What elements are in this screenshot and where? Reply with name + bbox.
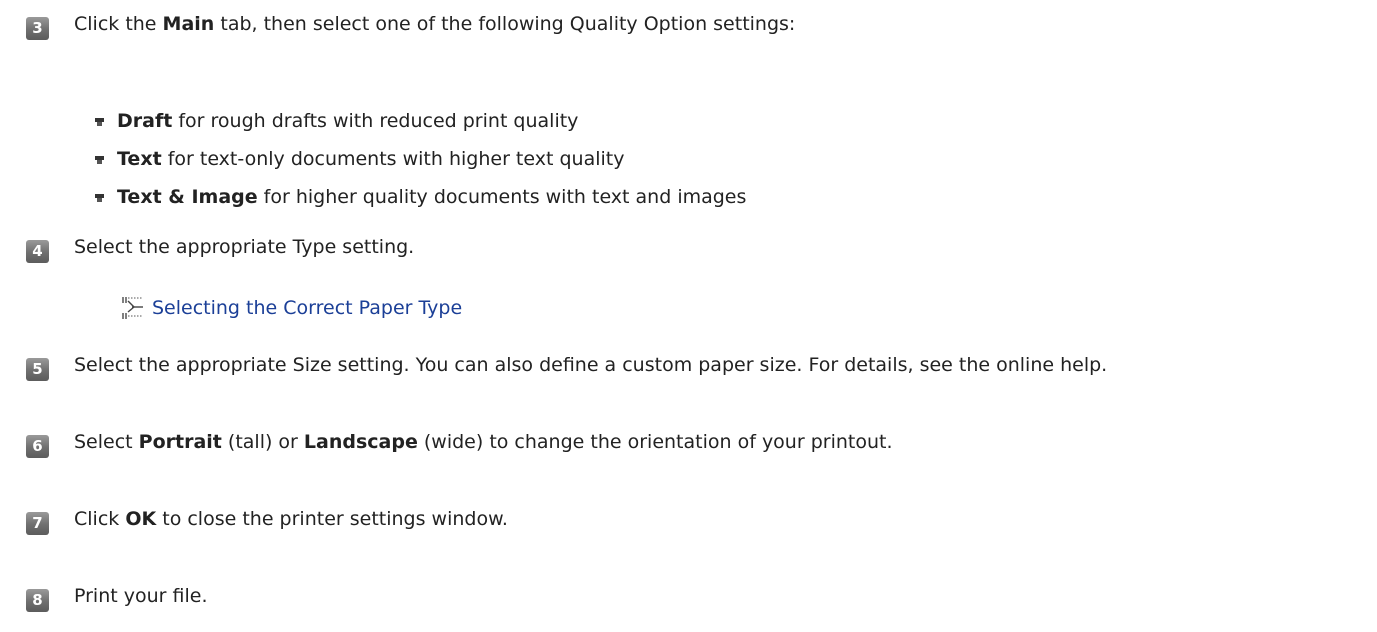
step-instruction: Select the appropriate Type setting. <box>74 231 1364 264</box>
instruction-text: tab, then select one of the following Qu… <box>214 13 796 35</box>
instruction-text: Click <box>74 508 126 530</box>
instruction-text: Print your file. <box>74 585 208 607</box>
instruction-text: Select the appropriate Size setting. You… <box>74 354 1108 376</box>
option-description: for higher quality documents with text a… <box>257 186 747 208</box>
option-label: Text <box>117 148 162 170</box>
list-item: Text for text-only documents with higher… <box>94 140 746 178</box>
list-item: Text & Image for higher quality document… <box>94 178 746 216</box>
instruction-text: Select <box>74 431 139 453</box>
instruction-emphasis: OK <box>125 508 157 530</box>
step-instruction: Click the Main tab, then select one of t… <box>74 8 874 41</box>
step-number-badge: 6 <box>26 435 49 458</box>
instruction-text: Click the <box>74 13 163 35</box>
option-description: for rough drafts with reduced print qual… <box>172 110 579 132</box>
step-number-badge: 8 <box>26 589 49 612</box>
step-instruction: Click OK to close the printer settings w… <box>74 503 1364 536</box>
step-instruction: Print your file. <box>74 580 1364 613</box>
related-topic-link-text[interactable]: Selecting the Correct Paper Type <box>152 291 462 325</box>
step-number-badge: 5 <box>26 358 49 381</box>
instruction-text: (wide) to change the orientation of your… <box>417 431 893 453</box>
list-item: Draft for rough drafts with reduced prin… <box>94 102 746 140</box>
bullet-icon <box>95 118 104 126</box>
instruction-emphasis: Landscape <box>303 431 418 453</box>
quality-option-list: Draft for rough drafts with reduced prin… <box>94 102 746 216</box>
instruction-emphasis: Portrait <box>138 431 222 453</box>
step-instruction: Select Portrait (tall) or Landscape (wid… <box>74 426 1364 459</box>
option-label: Text & Image <box>117 186 258 208</box>
step-instruction: Select the appropriate Size setting. You… <box>74 349 1364 382</box>
cross-reference-icon <box>122 297 143 319</box>
instruction-emphasis: Main <box>162 13 215 35</box>
instruction-text: Select the appropriate Type setting. <box>74 236 415 258</box>
option-label: Draft <box>117 110 173 132</box>
bullet-icon <box>95 194 104 202</box>
step-number-badge: 4 <box>26 240 49 263</box>
instruction-text: to close the printer settings window. <box>156 508 508 530</box>
option-description: for text-only documents with higher text… <box>161 148 625 170</box>
instruction-text: (tall) or <box>221 431 304 453</box>
step-number-badge: 3 <box>26 17 49 40</box>
step-number-badge: 7 <box>26 512 49 535</box>
bullet-icon <box>95 156 104 164</box>
